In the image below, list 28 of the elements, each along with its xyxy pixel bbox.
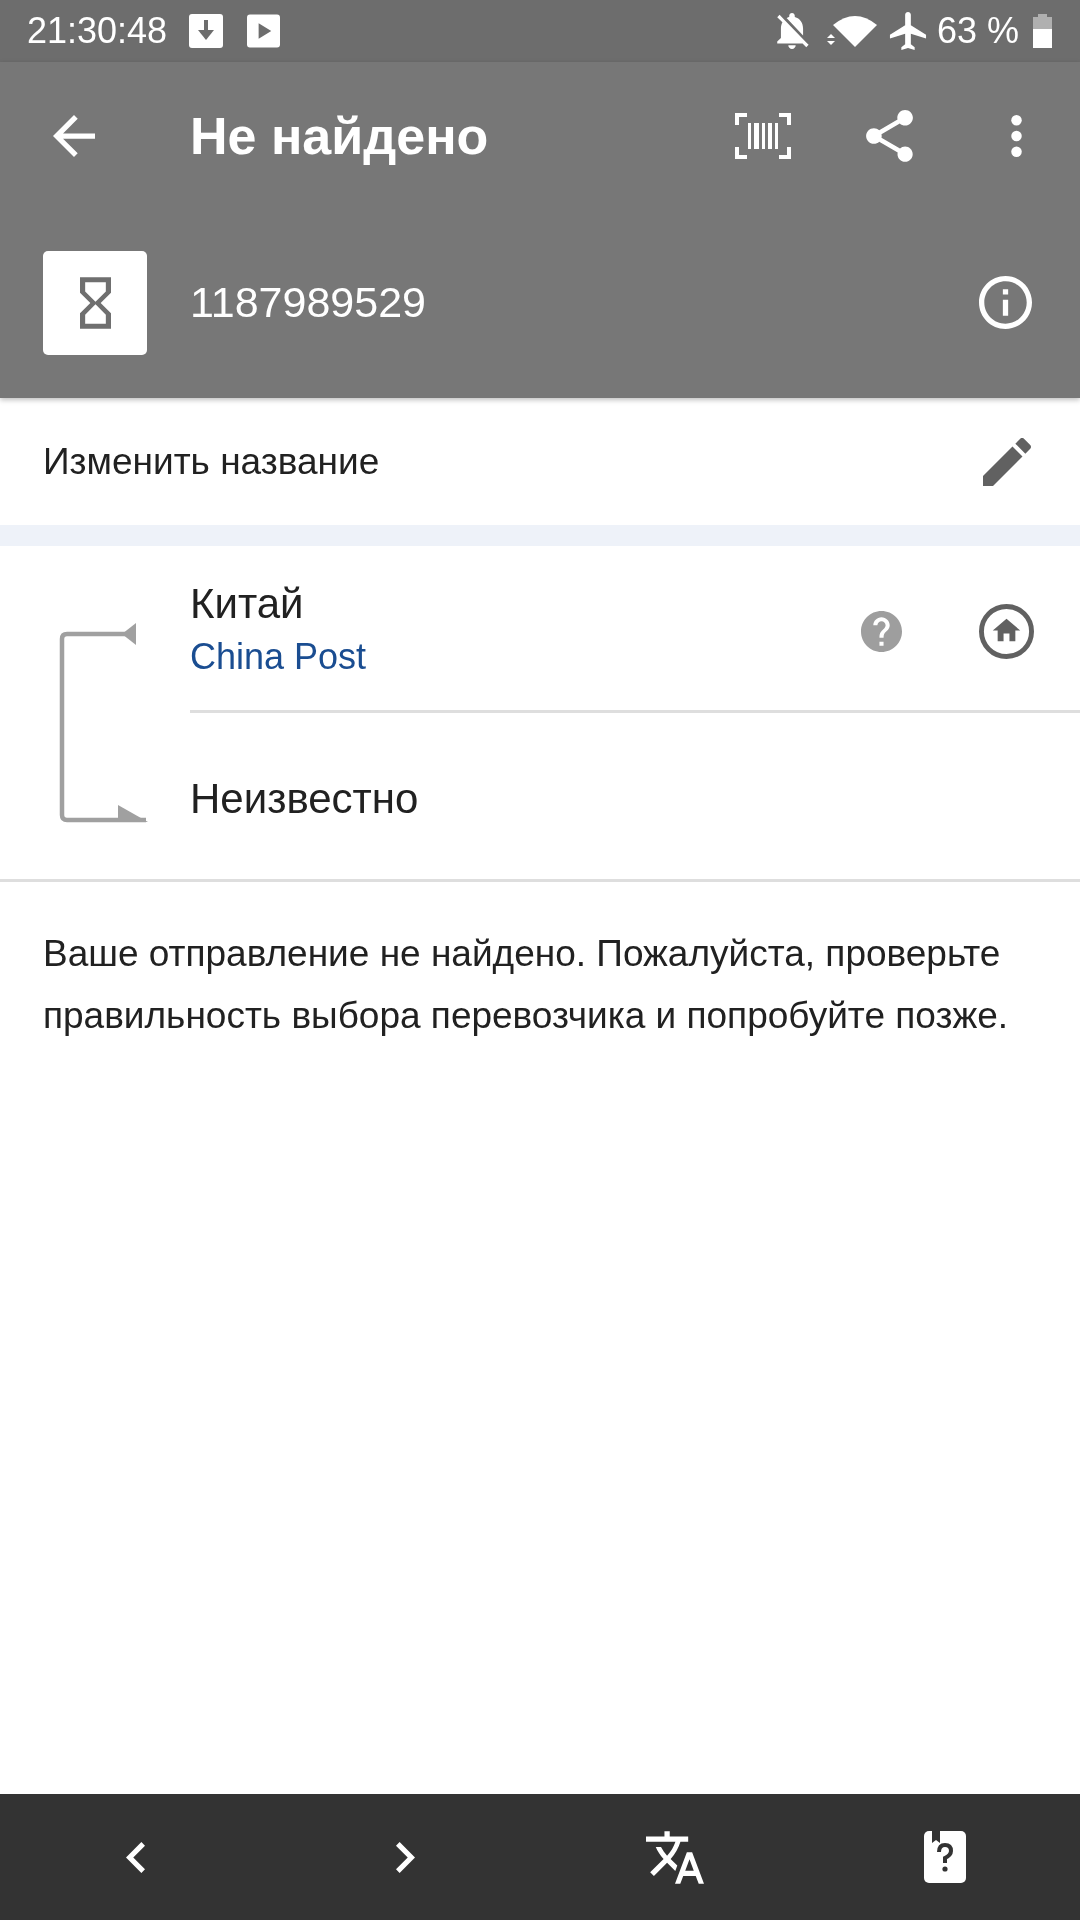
carrier-link[interactable]: China Post <box>190 630 367 684</box>
airplane-icon <box>888 12 927 50</box>
share-icon[interactable] <box>866 109 913 162</box>
chevron-right-icon[interactable] <box>395 1841 415 1873</box>
info-icon[interactable] <box>979 276 1032 329</box>
download-icon <box>189 14 224 48</box>
hourglass-icon <box>43 250 147 355</box>
tracking-number: 1187989529 <box>190 278 426 327</box>
battery-icon <box>1033 14 1052 48</box>
pencil-icon[interactable] <box>983 437 1031 486</box>
barcode-scan-icon[interactable] <box>734 112 791 159</box>
translate-icon[interactable] <box>646 1830 704 1884</box>
status-time: 21:30:48 <box>27 10 168 52</box>
more-options-icon[interactable] <box>1011 114 1022 157</box>
wifi-icon <box>826 13 877 49</box>
battery-percent: 63 % <box>936 10 1019 52</box>
back-arrow-icon[interactable] <box>52 114 95 157</box>
status-message: Ваше отправление не найдено. Пожалуйста, проверьте правильность выбора перевозчика и попробуйте позже. <box>42 932 1010 1038</box>
chevron-left-icon[interactable] <box>125 1841 145 1873</box>
destination-country: Неизвестно <box>190 775 419 823</box>
help-card-icon[interactable] <box>924 1831 966 1883</box>
screen-title: Не найдено <box>190 105 489 166</box>
help-icon[interactable] <box>861 610 902 652</box>
home-icon[interactable] <box>979 603 1034 659</box>
origin-country: Китай <box>190 579 305 629</box>
play-icon <box>247 14 281 48</box>
rename-label[interactable]: Изменить название <box>43 440 380 483</box>
bell-off-icon <box>774 13 809 49</box>
